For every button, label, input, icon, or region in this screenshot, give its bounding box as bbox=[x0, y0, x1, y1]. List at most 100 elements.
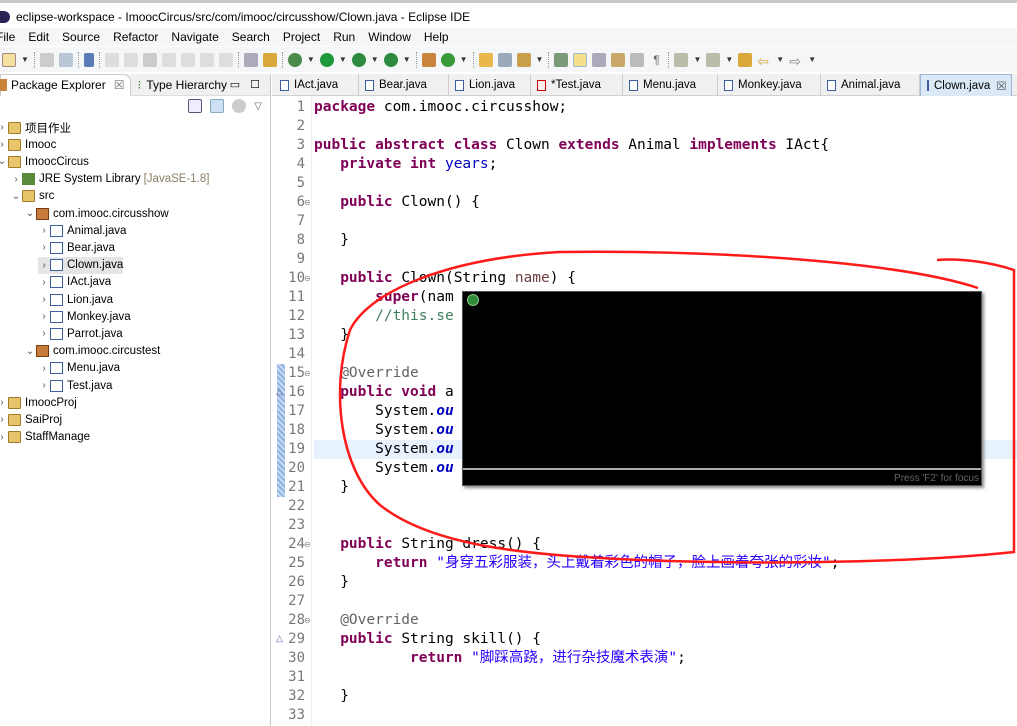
link-with-editor-icon[interactable] bbox=[210, 99, 225, 113]
external-tools-icon[interactable] bbox=[383, 52, 398, 67]
open-type-icon[interactable] bbox=[478, 52, 493, 67]
focus-task-icon[interactable] bbox=[232, 99, 247, 113]
editor-tab[interactable]: Bear.java bbox=[359, 74, 449, 96]
save-all-icon[interactable] bbox=[58, 52, 73, 67]
next-annotation-icon[interactable] bbox=[674, 52, 689, 67]
new-dropdown-icon[interactable]: ▼ bbox=[21, 55, 29, 64]
menu-source[interactable]: Source bbox=[62, 30, 100, 44]
close-icon[interactable]: ☒ bbox=[114, 78, 125, 92]
last-edit-location-icon[interactable] bbox=[738, 52, 753, 67]
step-into-icon[interactable] bbox=[180, 52, 195, 67]
mark-occurrences-icon[interactable] bbox=[573, 52, 588, 67]
disconnect-icon[interactable] bbox=[161, 52, 176, 67]
chevron-down-icon[interactable]: ⌄ bbox=[24, 208, 36, 219]
new-class-dropdown-icon[interactable]: ▼ bbox=[460, 55, 468, 64]
new-class-icon[interactable] bbox=[440, 52, 455, 67]
search-dropdown-icon[interactable]: ▼ bbox=[536, 55, 544, 64]
save-icon[interactable] bbox=[39, 52, 54, 67]
coverage-dropdown-icon[interactable]: ▼ bbox=[371, 55, 379, 64]
tree-item[interactable]: › IAct.java bbox=[38, 274, 111, 291]
editor-tab[interactable]: Monkey.java bbox=[718, 74, 821, 96]
menu-edit[interactable]: Edit bbox=[28, 30, 49, 44]
open-task-icon[interactable] bbox=[497, 52, 512, 67]
tree-item[interactable]: ⌄ com.imooc.circustest bbox=[24, 343, 160, 360]
new-icon[interactable] bbox=[2, 52, 16, 67]
chevron-right-icon[interactable]: › bbox=[38, 260, 50, 271]
menu-refactor[interactable]: Refactor bbox=[113, 30, 158, 44]
content-assist-popup[interactable]: Press 'F2' for focus bbox=[462, 291, 982, 486]
skip-breakpoints-icon[interactable] bbox=[83, 52, 94, 67]
tree-item[interactable]: › 项目作业 bbox=[0, 119, 71, 136]
debug-dropdown-icon[interactable]: ▼ bbox=[307, 55, 315, 64]
chevron-down-icon[interactable]: ⌄ bbox=[10, 191, 22, 202]
back-icon[interactable]: ⇦ bbox=[757, 53, 771, 69]
chevron-right-icon[interactable]: › bbox=[38, 363, 50, 374]
tree-item[interactable]: › Parrot.java bbox=[38, 325, 123, 342]
chevron-right-icon[interactable]: › bbox=[38, 311, 50, 322]
previous-annotation-dropdown-icon[interactable]: ▼ bbox=[725, 55, 733, 64]
chevron-right-icon[interactable]: › bbox=[0, 432, 8, 443]
tree-item[interactable]: › Test.java bbox=[38, 377, 112, 394]
forward-icon[interactable]: ⇨ bbox=[789, 53, 803, 69]
fold-collapse-icon[interactable]: ⊖ bbox=[304, 274, 311, 283]
tree-item[interactable]: › ImoocProj bbox=[0, 394, 77, 411]
tree-item[interactable]: › Imooc bbox=[0, 136, 56, 153]
editor-tab[interactable]: Lion.java bbox=[449, 74, 531, 96]
view-menu-icon[interactable]: ▽ bbox=[254, 101, 262, 112]
menu-window[interactable]: Window bbox=[368, 30, 411, 44]
previous-annotation-icon[interactable] bbox=[706, 52, 721, 67]
tree-item[interactable]: › StaffManage bbox=[0, 429, 90, 446]
fold-collapse-icon[interactable]: ⊖ bbox=[304, 198, 311, 207]
menu-project[interactable]: Project bbox=[283, 30, 320, 44]
menu-run[interactable]: Run bbox=[333, 30, 355, 44]
chevron-right-icon[interactable]: › bbox=[0, 414, 8, 425]
close-tab-icon[interactable]: ☒ bbox=[996, 79, 1006, 93]
tree-item[interactable]: ⌄ ImoocCircus bbox=[0, 153, 89, 170]
show-whitespace-icon[interactable] bbox=[611, 52, 626, 67]
tree-item[interactable]: › SaiProj bbox=[0, 411, 62, 428]
chevron-right-icon[interactable]: › bbox=[38, 328, 50, 339]
tab-package-explorer[interactable]: Package Explorer ☒ bbox=[0, 73, 132, 96]
tree-item[interactable]: ⌄ src bbox=[10, 188, 54, 205]
forward-dropdown-icon[interactable]: ▼ bbox=[808, 55, 816, 64]
chevron-down-icon[interactable]: ⌄ bbox=[0, 156, 8, 167]
step-over-icon[interactable] bbox=[199, 52, 214, 67]
menu-search[interactable]: Search bbox=[232, 30, 270, 44]
maximize-icon[interactable]: ☐ bbox=[250, 78, 260, 91]
toggle-breadcrumb-icon[interactable] bbox=[554, 52, 569, 67]
external-tools-dropdown-icon[interactable]: ▼ bbox=[403, 55, 411, 64]
debug-icon[interactable] bbox=[287, 52, 302, 67]
resume-icon[interactable] bbox=[104, 52, 119, 67]
chevron-right-icon[interactable]: › bbox=[38, 380, 50, 391]
chevron-right-icon[interactable]: › bbox=[38, 294, 50, 305]
menu-file[interactable]: File bbox=[0, 30, 15, 44]
menu-navigate[interactable]: Navigate bbox=[171, 30, 218, 44]
drop-to-frame-icon[interactable] bbox=[243, 52, 258, 67]
chevron-right-icon[interactable]: › bbox=[0, 139, 8, 150]
chevron-right-icon[interactable]: › bbox=[0, 122, 8, 133]
tree-item[interactable]: › Menu.java bbox=[38, 360, 120, 377]
show-source-icon[interactable] bbox=[630, 52, 645, 67]
tab-type-hierarchy[interactable]: ⁝ Type Hierarchy bbox=[131, 74, 233, 96]
suspend-icon[interactable] bbox=[123, 52, 138, 67]
step-return-icon[interactable] bbox=[218, 52, 233, 67]
new-java-project-icon[interactable] bbox=[421, 52, 436, 67]
fold-collapse-icon[interactable]: ⊖ bbox=[304, 369, 311, 378]
editor-tab[interactable]: *Test.java bbox=[531, 74, 623, 96]
menu-help[interactable]: Help bbox=[424, 30, 449, 44]
fold-collapse-icon[interactable]: ⊖ bbox=[304, 616, 311, 625]
run-dropdown-icon[interactable]: ▼ bbox=[339, 55, 347, 64]
tree-item[interactable]: › Bear.java bbox=[38, 239, 115, 256]
tree-item[interactable]: › Lion.java bbox=[38, 291, 113, 308]
coverage-icon[interactable] bbox=[351, 52, 366, 67]
fold-collapse-icon[interactable]: ⊖ bbox=[304, 540, 311, 549]
editor-tab[interactable]: Animal.java bbox=[821, 74, 920, 96]
tree-item[interactable]: › Animal.java bbox=[38, 222, 126, 239]
run-icon[interactable] bbox=[319, 52, 334, 67]
tree-item[interactable]: › Clown.java bbox=[38, 256, 124, 274]
toggle-block-selection-icon[interactable] bbox=[592, 52, 607, 67]
chevron-right-icon[interactable]: › bbox=[38, 242, 50, 253]
tree-item[interactable]: ⌄ com.imooc.circusshow bbox=[24, 205, 169, 222]
use-step-filters-icon[interactable] bbox=[262, 52, 277, 67]
pilcrow-icon[interactable]: ¶ bbox=[649, 53, 663, 67]
